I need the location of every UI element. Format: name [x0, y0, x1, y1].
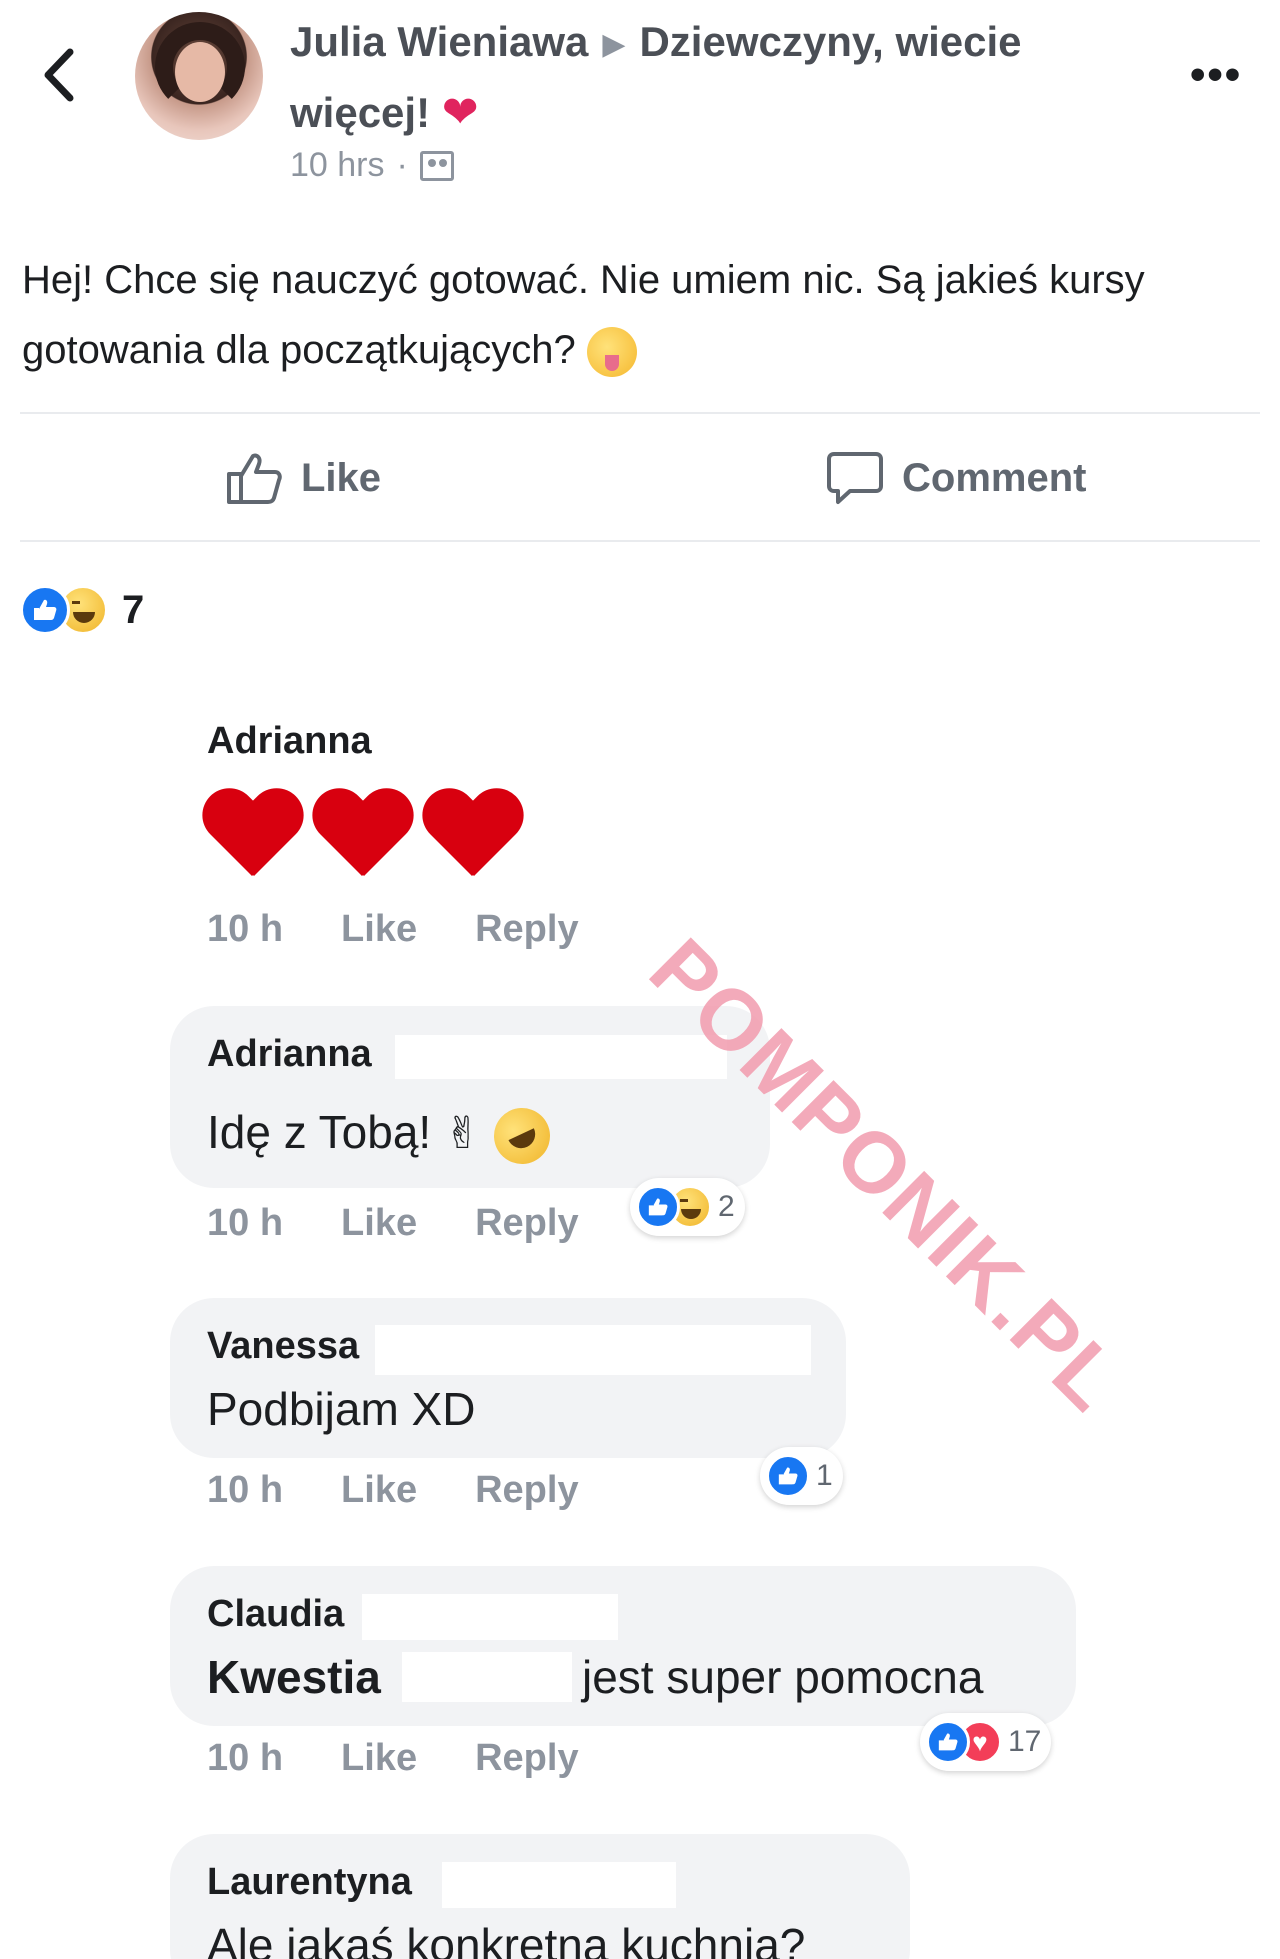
heart-emoji-icon — [200, 790, 304, 886]
comment-reply-button[interactable]: Reply — [475, 1469, 578, 1512]
author-name[interactable]: Julia Wieniawa — [290, 18, 588, 65]
reactions-count: 7 — [122, 587, 145, 632]
reaction-count: 2 — [718, 1190, 735, 1223]
like-reaction-icon — [766, 1454, 810, 1498]
heart-emoji-icon — [310, 790, 414, 886]
chevron-left-icon — [44, 48, 74, 102]
comment-reactions[interactable]: 2 — [630, 1178, 745, 1236]
commenter-name[interactable]: Vanessa — [207, 1325, 359, 1368]
post-body: Hej! Chce się nauczyć gotować. Nie umiem… — [22, 245, 1222, 385]
redacted-surname — [362, 1594, 618, 1640]
comment-like-button[interactable]: Like — [341, 1469, 417, 1512]
comment-meta: 10 h Like Reply — [207, 1202, 579, 1245]
comment-meta: 10 h Like Reply — [207, 908, 579, 951]
divider — [20, 412, 1260, 414]
victory-hand-emoji-icon: ✌ — [444, 1109, 481, 1158]
zany-face-emoji-icon — [586, 327, 637, 378]
author-avatar[interactable] — [135, 12, 263, 140]
commenter-name[interactable]: Claudia — [207, 1593, 344, 1636]
comment-reply-button[interactable]: Reply — [475, 908, 578, 951]
comment-text: Podbijam XD — [207, 1383, 476, 1435]
comment-bubble-icon — [827, 452, 883, 504]
comment-text-end: jest super pomocna — [582, 1651, 984, 1703]
comment-text: Kwestia — [207, 1650, 381, 1704]
post-meta: 10 hrs · — [290, 146, 454, 185]
comment-reactions[interactable]: 1 — [760, 1447, 843, 1505]
comment-reply-button[interactable]: Reply — [475, 1737, 578, 1780]
post-actions: Like Comment — [0, 420, 1280, 540]
like-reaction-icon — [926, 1720, 970, 1764]
comment-time[interactable]: 10 h — [207, 1469, 283, 1512]
comment-time[interactable]: 10 h — [207, 1202, 283, 1245]
commenter-name[interactable]: Adrianna — [207, 720, 372, 763]
redacted-surname — [442, 1862, 676, 1908]
commenter-name[interactable]: Adrianna — [207, 1033, 372, 1076]
post-title: Julia Wieniawa ▶ Dziewczyny, wiecie więcej… — [290, 8, 1140, 147]
comment-text: Ale jakaś konkretna kuchnia? — [207, 1919, 806, 1959]
reaction-count: 17 — [1008, 1725, 1042, 1758]
arrow-right-icon: ▶ — [602, 27, 626, 61]
post-header: Julia Wieniawa ▶ Dziewczyny, wiecie więcej… — [0, 0, 1280, 200]
comment-text: Idę z Tobą! ✌ — [207, 1098, 559, 1174]
comment-reply-button[interactable]: Reply — [475, 1202, 578, 1245]
redacted-name — [402, 1652, 572, 1702]
comment-label: Comment — [902, 455, 1087, 500]
divider — [20, 540, 1260, 542]
reaction-count: 1 — [816, 1459, 833, 1492]
more-options-button[interactable]: ••• — [1190, 50, 1242, 100]
like-reaction-icon — [20, 585, 70, 635]
reactions-summary[interactable]: 7 — [20, 585, 144, 635]
rofl-emoji-icon — [484, 1098, 559, 1174]
meta-separator: · — [396, 146, 408, 184]
comment-like-button[interactable]: Like — [341, 908, 417, 951]
comment-reactions[interactable]: ♥ 17 — [920, 1713, 1052, 1771]
post-text: Hej! Chce się nauczyć gotować. Nie umiem… — [22, 258, 1145, 372]
comment-time[interactable]: 10 h — [207, 908, 283, 951]
like-reaction-icon — [636, 1185, 680, 1229]
comment-text-start: Kwestia — [207, 1651, 381, 1703]
post-time[interactable]: 10 hrs — [290, 146, 385, 185]
group-privacy-icon — [419, 150, 454, 181]
comment-button[interactable]: Comment — [826, 450, 1086, 506]
heart-emoji-icon: ❤ — [441, 87, 479, 137]
like-label: Like — [301, 455, 382, 500]
thumbs-up-icon — [227, 453, 282, 504]
back-button[interactable] — [34, 40, 84, 110]
comment-like-button[interactable]: Like — [341, 1202, 417, 1245]
heart-emoji-icon — [420, 790, 524, 886]
hearts-emoji-row — [200, 790, 524, 886]
comment-time[interactable]: 10 h — [207, 1737, 283, 1780]
comment-text-content: Idę z Tobą! — [207, 1106, 432, 1158]
comment-like-button[interactable]: Like — [341, 1737, 417, 1780]
commenter-name[interactable]: Laurentyna — [207, 1861, 412, 1904]
comment-meta: 10 h Like Reply — [207, 1469, 579, 1512]
redacted-surname — [375, 1325, 811, 1375]
like-button[interactable]: Like — [225, 450, 381, 506]
redacted-surname — [395, 1035, 727, 1079]
comment-meta: 10 h Like Reply — [207, 1737, 579, 1780]
